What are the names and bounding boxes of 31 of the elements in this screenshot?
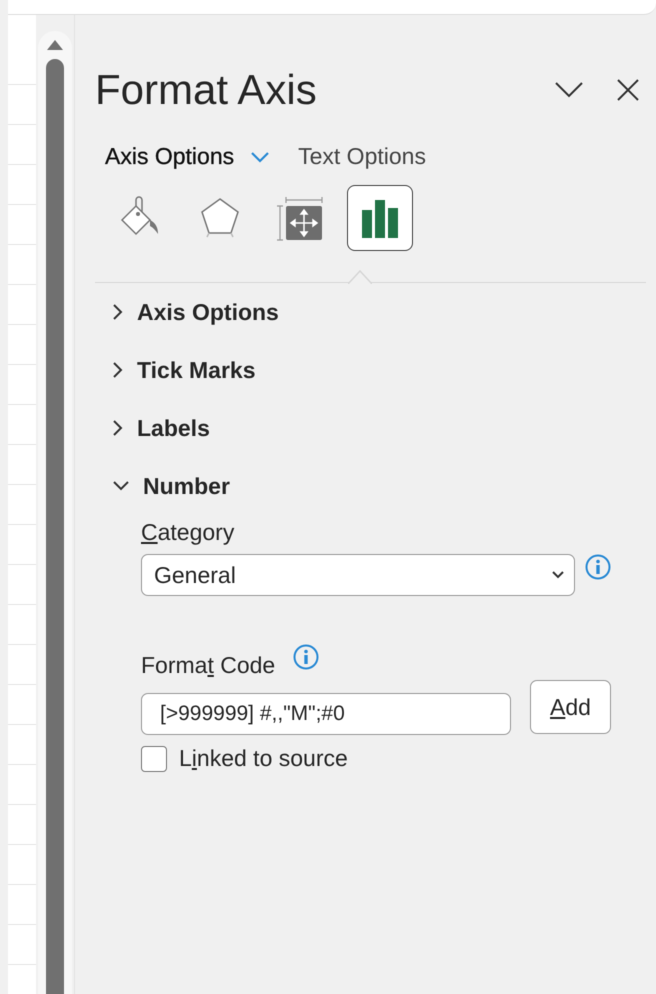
section-header[interactable]: Axis Options	[95, 283, 279, 341]
scrollbar[interactable]	[38, 31, 72, 994]
size-properties-icon	[276, 194, 324, 242]
options-tab[interactable]: Text Options	[298, 143, 426, 170]
section-header[interactable]: Labels	[95, 399, 210, 457]
chevron-down-icon	[250, 150, 270, 162]
pentagon-icon	[198, 196, 242, 240]
info-icon[interactable]	[293, 644, 320, 670]
checkbox[interactable]	[141, 746, 167, 772]
scroll-up-icon[interactable]	[46, 39, 64, 51]
format-code-field[interactable]: [>999999] #,,"M";#0	[141, 693, 511, 735]
chevron-down-icon	[113, 481, 129, 491]
checkbox-label: Linked to source	[179, 745, 348, 772]
bar-chart-icon	[360, 198, 400, 238]
section-header[interactable]: Number	[95, 457, 230, 515]
close-icon	[616, 78, 640, 102]
field-label: Category	[141, 519, 234, 546]
category-dropdown[interactable]: General	[141, 554, 575, 596]
options-tab[interactable]: Axis Options	[105, 143, 270, 170]
pane-title: Format Axis	[95, 66, 318, 114]
add-button[interactable]: Add	[530, 680, 611, 734]
chevron-right-icon	[113, 362, 123, 378]
section-header[interactable]: Tick Marks	[95, 341, 256, 399]
caret-icon	[552, 571, 564, 579]
chevron-down-icon	[554, 81, 584, 99]
chevron-right-icon	[113, 304, 123, 320]
panel-tab[interactable]	[347, 185, 413, 251]
field-label: Format Code	[141, 652, 276, 679]
chevron-right-icon	[113, 420, 123, 436]
info-icon[interactable]	[585, 554, 611, 580]
scrollbar-thumb[interactable]	[46, 59, 64, 994]
